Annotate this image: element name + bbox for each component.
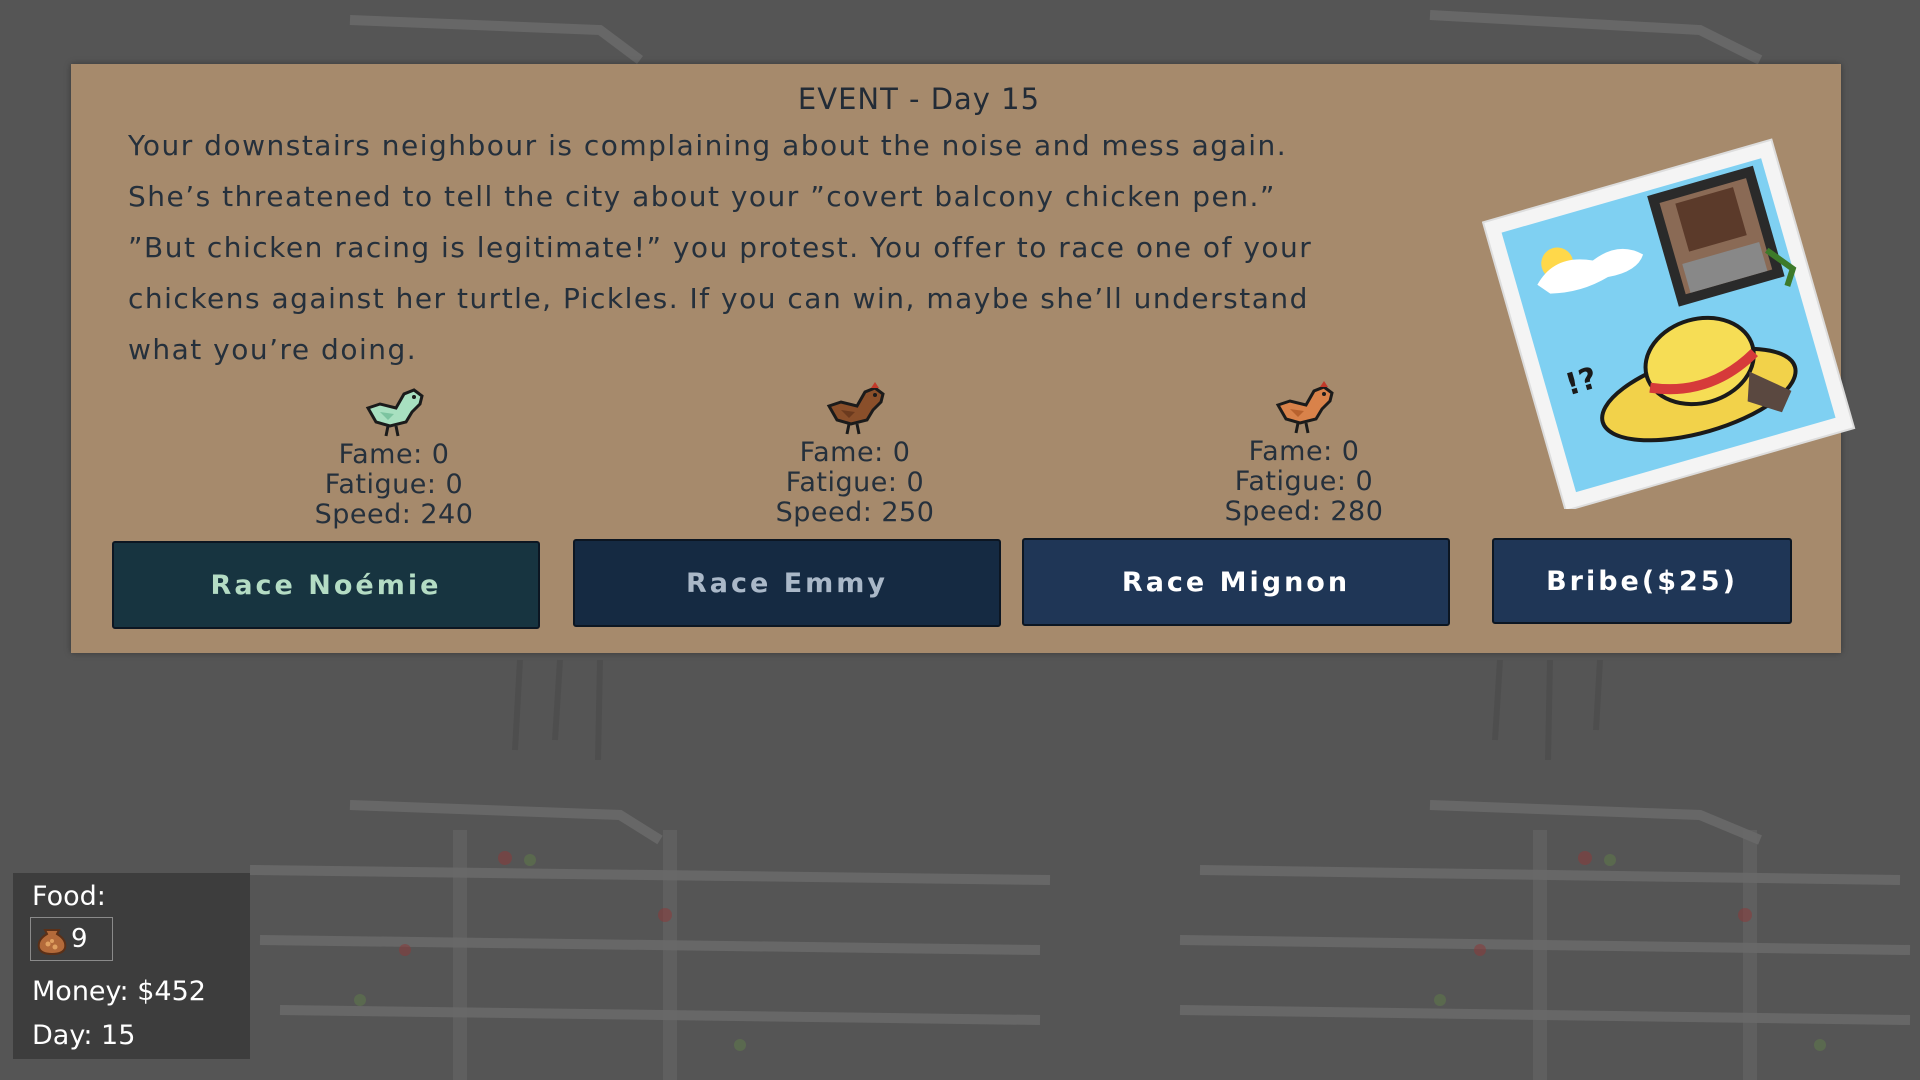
chicken-fame: Fame: 0 bbox=[1248, 436, 1360, 467]
chicken-card-noemie: Fame: 0 Fatigue: 0 Speed: 240 bbox=[244, 382, 544, 530]
day-display: Day: 15 bbox=[32, 1020, 136, 1051]
chicken-fatigue: Fatigue: 0 bbox=[1234, 466, 1374, 497]
food-label: Food: bbox=[32, 881, 106, 912]
chicken-mignon-icon bbox=[1275, 381, 1334, 434]
food-count: 9 bbox=[71, 924, 88, 954]
race-noemie-button[interactable]: Race Noémie bbox=[112, 541, 540, 629]
food-bag-icon bbox=[37, 929, 67, 956]
event-text-line: Your downstairs neighbour is complaining… bbox=[128, 129, 1288, 162]
event-text-line: She’s threatened to tell the city about … bbox=[128, 180, 1276, 213]
money-display: Money: $452 bbox=[32, 976, 206, 1007]
food-inventory-slot[interactable]: 9 bbox=[30, 917, 113, 961]
chicken-card-mignon: Fame: 0 Fatigue: 0 Speed: 280 bbox=[1154, 379, 1454, 527]
event-title: EVENT - Day 15 bbox=[797, 82, 1041, 116]
race-emmy-button[interactable]: Race Emmy bbox=[573, 539, 1001, 627]
event-illustration: !? bbox=[1482, 138, 1856, 509]
event-text-line: chickens against her turtle, Pickles. If… bbox=[128, 282, 1309, 315]
chicken-noemie-icon bbox=[365, 388, 424, 437]
chicken-fame: Fame: 0 bbox=[799, 437, 911, 468]
chicken-speed: Speed: 240 bbox=[314, 499, 474, 530]
chicken-speed: Speed: 250 bbox=[775, 497, 935, 528]
resource-hud: Food: 9 Money: $452 Day: 15 bbox=[13, 873, 250, 1059]
chicken-fatigue: Fatigue: 0 bbox=[324, 469, 464, 500]
bribe-button[interactable]: Bribe($25) bbox=[1492, 538, 1792, 624]
event-text-line: ”But chicken racing is legitimate!” you … bbox=[128, 231, 1313, 264]
chicken-fatigue: Fatigue: 0 bbox=[785, 467, 925, 498]
chicken-emmy-icon bbox=[826, 382, 885, 435]
chicken-fame: Fame: 0 bbox=[338, 439, 450, 470]
race-mignon-button[interactable]: Race Mignon bbox=[1022, 538, 1450, 626]
chicken-speed: Speed: 280 bbox=[1224, 496, 1384, 527]
chicken-card-emmy: Fame: 0 Fatigue: 0 Speed: 250 bbox=[705, 380, 1005, 528]
event-text-line: what you’re doing. bbox=[128, 333, 418, 366]
event-description: Your downstairs neighbour is complaining… bbox=[128, 120, 1458, 375]
event-panel: EVENT - Day 15 Your downstairs neighbour… bbox=[71, 64, 1856, 653]
